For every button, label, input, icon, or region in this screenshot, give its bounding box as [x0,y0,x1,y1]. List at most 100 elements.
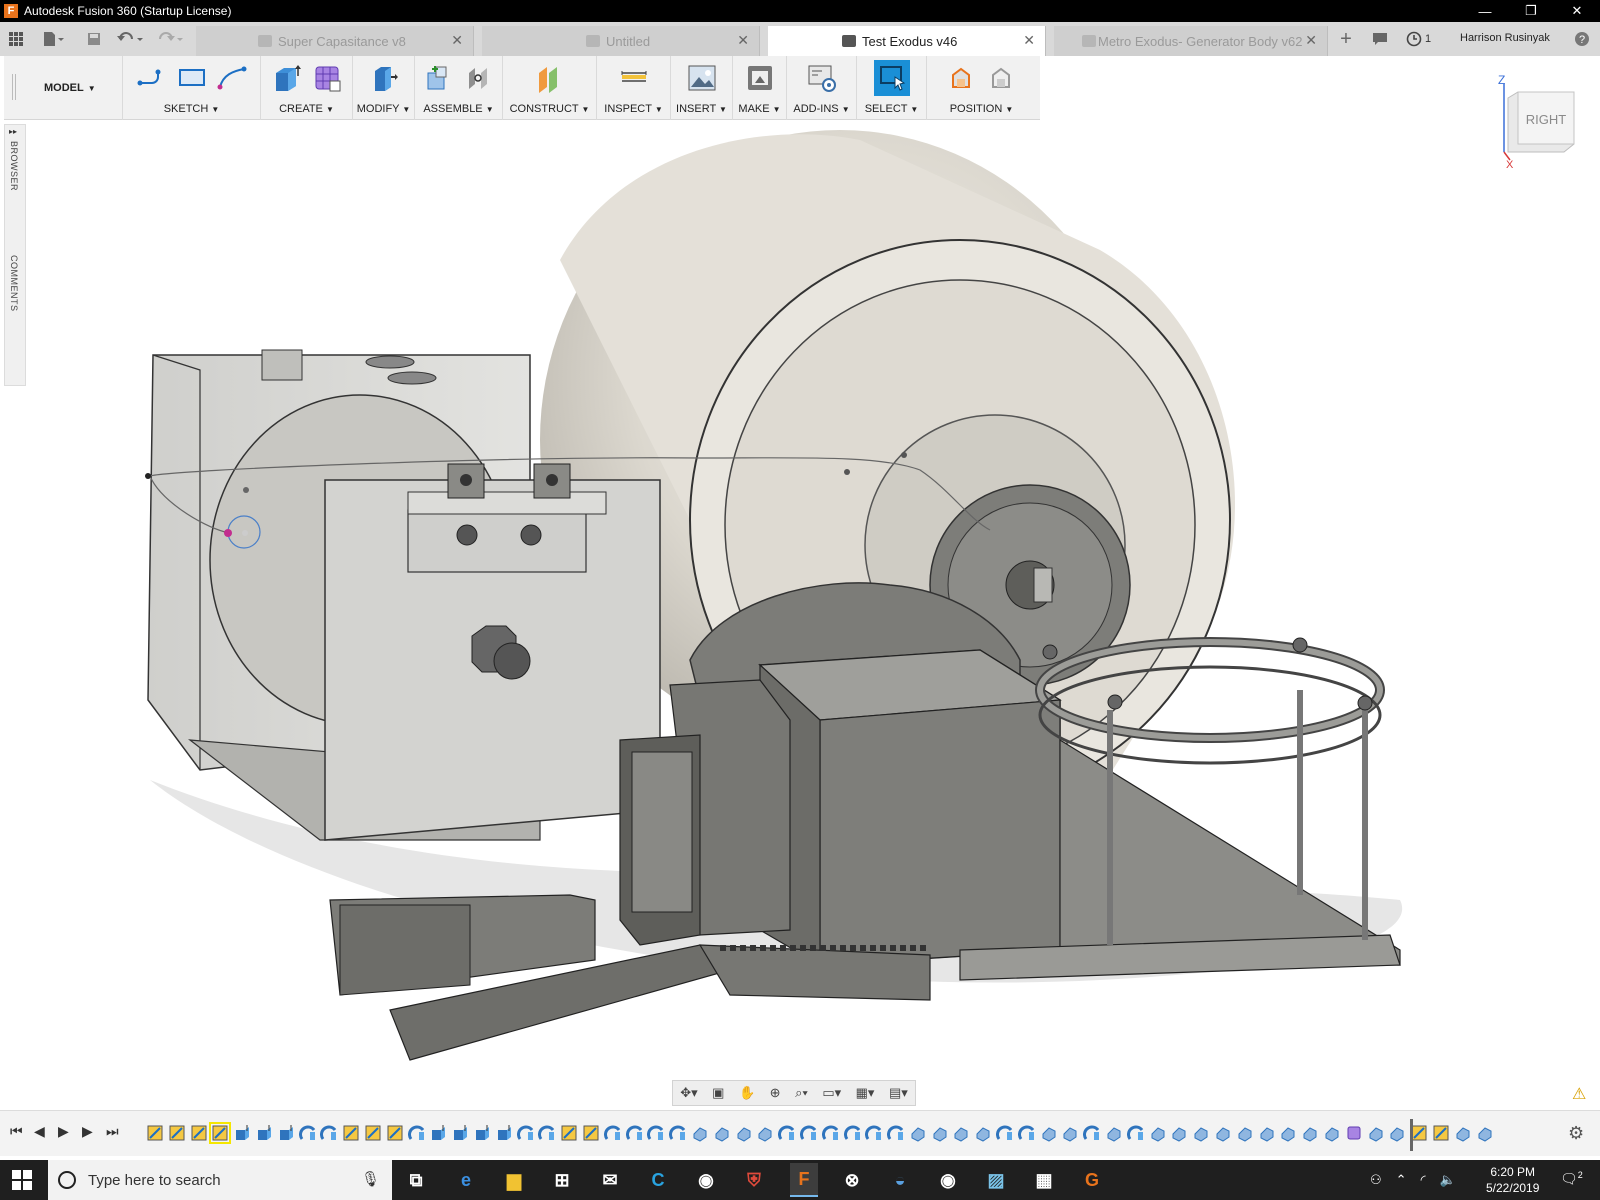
body-feature-icon[interactable] [1454,1124,1472,1142]
body-feature-icon[interactable] [713,1124,731,1142]
select-icon[interactable] [873,60,910,96]
measure-icon[interactable] [618,62,650,94]
mail-icon[interactable]: ✉ [596,1166,624,1194]
orbit-icon[interactable]: ✥▾ [680,1085,697,1101]
windows-start-icon[interactable] [12,1170,32,1190]
sketch-feature-icon[interactable] [190,1124,208,1142]
store-icon[interactable]: ⊞ [548,1166,576,1194]
chrome-canary-icon[interactable]: G [1078,1166,1106,1194]
workspace-switcher[interactable]: MODEL ▼ [44,82,96,94]
body-feature-icon[interactable] [1279,1124,1297,1142]
new-component-icon[interactable] [423,62,455,94]
revolve-feature-icon[interactable] [407,1124,426,1142]
body-feature-icon[interactable] [756,1124,774,1142]
volume-icon[interactable]: 🔈 [1440,1172,1456,1188]
revolve-feature-icon[interactable] [603,1124,622,1142]
body-feature-icon[interactable] [974,1124,992,1142]
warning-icon[interactable]: ⚠ [1572,1084,1586,1104]
tab-metro-exodus-generator[interactable]: Metro Exodus- Generator Body v62 ✕ [1054,26,1328,56]
wifi-icon[interactable]: ◜ [1421,1172,1426,1188]
task-view-icon[interactable]: ⧉ [402,1166,430,1194]
timeline-marker[interactable] [1410,1119,1413,1151]
sketch-menu[interactable]: SKETCH ▼ [123,103,260,115]
action-center-icon[interactable]: 🗨2 [1560,1170,1583,1188]
assemble-menu[interactable]: ASSEMBLE ▼ [415,103,502,115]
sketch-feature-icon[interactable] [146,1124,164,1142]
play-icon[interactable]: ▶ [58,1123,69,1140]
revolve-feature-icon[interactable] [778,1124,796,1142]
minimize-button[interactable]: — [1462,0,1508,22]
sketch-feature-icon[interactable] [364,1124,382,1142]
grid-settings-icon[interactable]: ▦▾ [856,1085,875,1101]
body-feature-icon[interactable] [1061,1124,1079,1142]
pan-hand-icon[interactable]: ✋ [739,1085,755,1101]
tab-super-capasitance[interactable]: Super Capasitance v8 ✕ [196,26,474,56]
form-icon[interactable] [311,62,343,94]
job-status[interactable]: 1 [1406,31,1431,47]
user-name[interactable]: Harrison Rusinyak [1460,32,1550,44]
taskbar-search-box[interactable]: Type here to search 🎙 [48,1160,392,1200]
sketch-feature-icon[interactable] [168,1124,186,1142]
revolve-feature-icon[interactable] [647,1124,665,1142]
joint-icon[interactable] [463,62,495,94]
go-to-end-icon[interactable]: ⏭ [106,1123,119,1140]
revert-position-icon[interactable] [986,62,1018,94]
body-feature-icon[interactable] [909,1124,927,1142]
tab-test-exodus[interactable]: Test Exodus v46 ✕ [768,26,1046,56]
body-feature-icon[interactable] [1258,1124,1276,1142]
show-hidden-icons-chevron-up-icon[interactable]: ⌃ [1396,1172,1407,1188]
body-feature-icon[interactable] [1170,1124,1188,1142]
body-feature-icon[interactable] [1192,1124,1210,1142]
revolve-feature-icon[interactable] [625,1124,644,1142]
taskbar-clock[interactable]: 6:20 PM 5/22/2019 [1486,1164,1539,1196]
make-menu[interactable]: MAKE ▼ [733,103,786,115]
revolve-feature-icon[interactable] [799,1124,818,1142]
sketch-feature-icon[interactable] [582,1124,600,1142]
offset-plane-icon[interactable] [534,62,566,94]
cortana-app-icon[interactable]: C [644,1166,672,1194]
body-feature-icon[interactable] [1388,1124,1406,1142]
extrude-feature-icon[interactable] [429,1124,447,1142]
photos-app-icon[interactable]: ▨ [982,1166,1010,1194]
sketch-feature-icon[interactable] [386,1124,404,1142]
insert-menu[interactable]: INSERT ▼ [671,103,732,115]
extrude-feature-icon[interactable] [495,1124,513,1142]
3d-print-icon[interactable] [744,62,776,94]
body-feature-icon[interactable] [1476,1124,1494,1142]
body-feature-icon[interactable] [931,1124,949,1142]
revolve-feature-icon[interactable] [821,1124,840,1142]
modify-menu[interactable]: MODIFY ▼ [353,103,414,115]
calculator-icon[interactable]: ▦ [1030,1166,1058,1194]
close-window-button[interactable]: ✕ [1554,0,1600,22]
new-tab-button[interactable]: + [1336,28,1356,50]
spline-icon[interactable] [216,62,248,94]
step-forward-icon[interactable]: ▶ [82,1123,93,1140]
autodesk-app-icon[interactable]: ◒ [886,1166,914,1194]
redo-icon[interactable] [154,28,186,50]
revolve-feature-icon[interactable] [843,1124,862,1142]
tab-close-icon[interactable]: ✕ [1305,32,1317,49]
press-pull-icon[interactable] [368,62,400,94]
revolve-feature-icon[interactable] [320,1124,338,1142]
body-feature-icon[interactable] [1149,1124,1167,1142]
restore-button[interactable]: ❐ [1508,0,1554,22]
extrude-feature-icon[interactable] [277,1124,295,1142]
body-feature-icon[interactable] [1236,1124,1254,1142]
tab-untitled[interactable]: Untitled ✕ [482,26,760,56]
create-menu[interactable]: CREATE ▼ [261,103,352,115]
rectangle-icon[interactable] [176,62,208,94]
revolve-feature-icon[interactable] [1083,1124,1101,1142]
data-panel-grid-icon[interactable] [6,28,26,50]
go-to-start-icon[interactable]: ⏮ [10,1123,23,1140]
3d-viewport[interactable] [0,120,1600,1106]
extrude-feature-icon[interactable] [451,1124,469,1142]
model-render[interactable] [0,120,1600,1106]
revolve-feature-icon[interactable] [538,1124,556,1142]
steam-secondary-icon[interactable]: ◉ [934,1166,962,1194]
help-icon[interactable]: ? [1572,28,1592,50]
create-sketch-icon[interactable] [136,62,168,94]
steam-icon[interactable]: ◉ [692,1166,720,1194]
select-menu[interactable]: SELECT ▼ [857,103,926,115]
insert-image-icon[interactable] [686,62,718,94]
step-back-icon[interactable]: ◀ [34,1123,45,1140]
